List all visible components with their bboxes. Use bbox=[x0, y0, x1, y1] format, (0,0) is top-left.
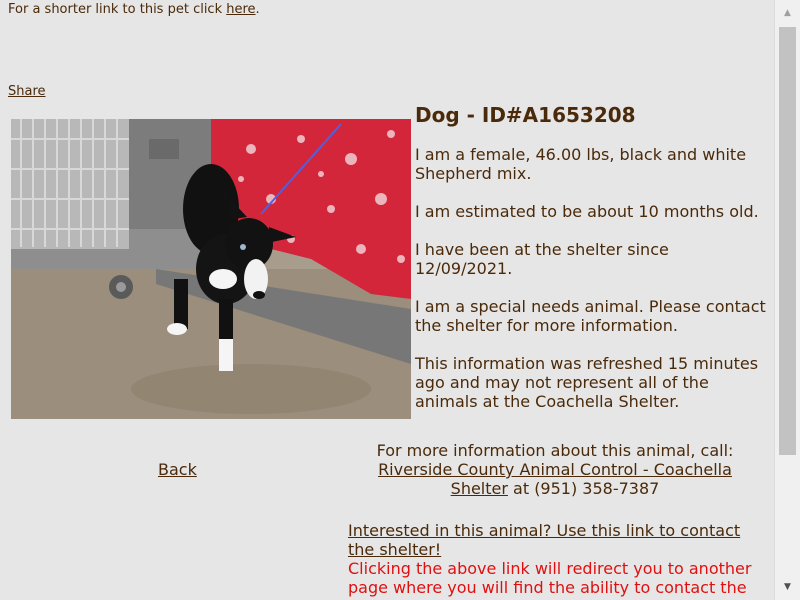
pet-photo bbox=[11, 119, 411, 419]
back-link[interactable]: Back bbox=[158, 460, 197, 479]
short-link-text: For a shorter link to this pet click bbox=[8, 2, 227, 17]
animal-description-special-needs: I am a special needs animal. Please cont… bbox=[415, 297, 766, 335]
animal-title: Dog - ID#A1653208 bbox=[415, 103, 636, 127]
contact-block: For more information about this animal, … bbox=[350, 441, 760, 498]
contact-shelter-link[interactable]: Interested in this animal? Use this link… bbox=[348, 521, 740, 559]
redirect-note: Clicking the above link will redirect yo… bbox=[348, 559, 752, 600]
share-link[interactable]: Share bbox=[8, 84, 46, 99]
short-link-suffix: . bbox=[255, 2, 260, 17]
short-link-line: For a shorter link to this pet click her… bbox=[8, 2, 260, 17]
animal-info: Dog - ID#A1653208 I am a female, 46.00 l… bbox=[415, 102, 767, 430]
contact-line: Riverside County Animal Control - Coache… bbox=[350, 460, 760, 498]
pet-detail-page: For a shorter link to this pet click her… bbox=[0, 0, 800, 600]
short-link-here[interactable]: here bbox=[226, 2, 255, 17]
dog-photo-icon bbox=[11, 119, 411, 419]
shelter-phone: at (951) 358-7387 bbox=[507, 479, 660, 498]
scroll-down-arrow-icon[interactable]: ▼ bbox=[775, 574, 800, 600]
interest-block: Interested in this animal? Use this link… bbox=[348, 521, 758, 600]
scroll-up-arrow-icon[interactable]: ▲ bbox=[775, 0, 800, 26]
scroll-thumb[interactable] bbox=[779, 27, 796, 455]
vertical-scrollbar[interactable]: ▲ ▼ bbox=[774, 0, 800, 600]
contact-intro: For more information about this animal, … bbox=[376, 441, 734, 460]
animal-description-intake-date: I have been at the shelter since 12/09/2… bbox=[415, 240, 669, 278]
animal-description-sex-weight: I am a female, 46.00 lbs, black and whit… bbox=[415, 145, 747, 183]
animal-description-refresh-note: This information was refreshed 15 minute… bbox=[415, 354, 759, 411]
animal-description-age: I am estimated to be about 10 months old… bbox=[415, 202, 759, 221]
